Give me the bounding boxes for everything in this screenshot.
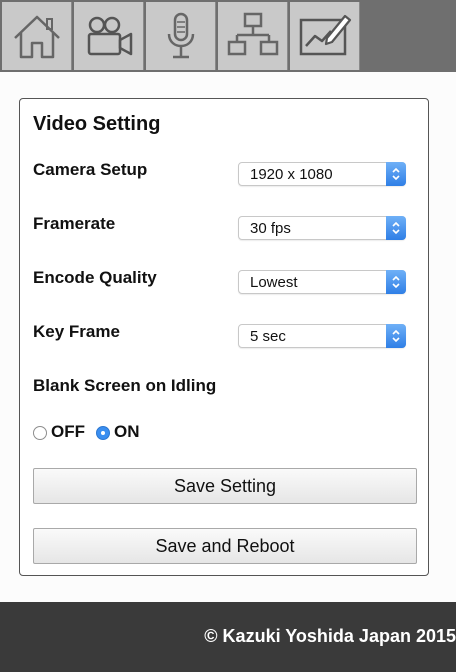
video-camera-icon: [87, 16, 132, 56]
select-stepper-icon: [386, 270, 406, 294]
save-and-reboot-button[interactable]: Save and Reboot: [33, 528, 417, 564]
encode-quality-select[interactable]: Lowest: [238, 270, 406, 294]
nav-audio-button[interactable]: [146, 2, 216, 70]
home-icon: [13, 15, 60, 59]
key-frame-label: Key Frame: [33, 322, 120, 341]
nav-video-button[interactable]: [74, 2, 144, 70]
camera-setup-select[interactable]: 1920 x 1080: [238, 162, 406, 186]
key-frame-value: 5 sec: [250, 328, 286, 345]
camera-setup-label: Camera Setup: [33, 160, 148, 179]
select-stepper-icon: [386, 162, 406, 186]
select-stepper-icon: [386, 324, 406, 348]
nav-home-button[interactable]: [2, 2, 72, 70]
nav-network-button[interactable]: [218, 2, 288, 70]
framerate-select[interactable]: 30 fps: [238, 216, 406, 240]
blank-screen-off-radio[interactable]: [33, 426, 47, 440]
network-icon: [227, 12, 278, 56]
encode-quality-value: Lowest: [250, 274, 298, 291]
camera-setup-value: 1920 x 1080: [250, 166, 333, 183]
nav-chart-button[interactable]: [290, 2, 360, 70]
framerate-label: Framerate: [33, 214, 116, 233]
panel-title: Video Setting: [33, 113, 161, 135]
select-stepper-icon: [386, 216, 406, 240]
key-frame-select[interactable]: 5 sec: [238, 324, 406, 348]
framerate-value: 30 fps: [250, 220, 291, 237]
chart-edit-icon: [299, 14, 351, 56]
video-setting-panel: Video Setting Camera Setup 1920 x 1080 F…: [19, 98, 429, 576]
microphone-icon: [167, 12, 194, 59]
blank-screen-on-radio[interactable]: [96, 426, 110, 440]
top-navigation-bar: [0, 0, 456, 72]
footer: © Kazuki Yoshida Japan 2015: [0, 602, 456, 672]
encode-quality-label: Encode Quality: [33, 268, 157, 287]
save-setting-button[interactable]: Save Setting: [33, 468, 417, 504]
copyright-text: © Kazuki Yoshida Japan 2015: [204, 626, 456, 646]
blank-screen-label: Blank Screen on Idling: [33, 376, 217, 395]
off-label: OFF: [51, 422, 85, 441]
on-label: ON: [114, 422, 140, 441]
